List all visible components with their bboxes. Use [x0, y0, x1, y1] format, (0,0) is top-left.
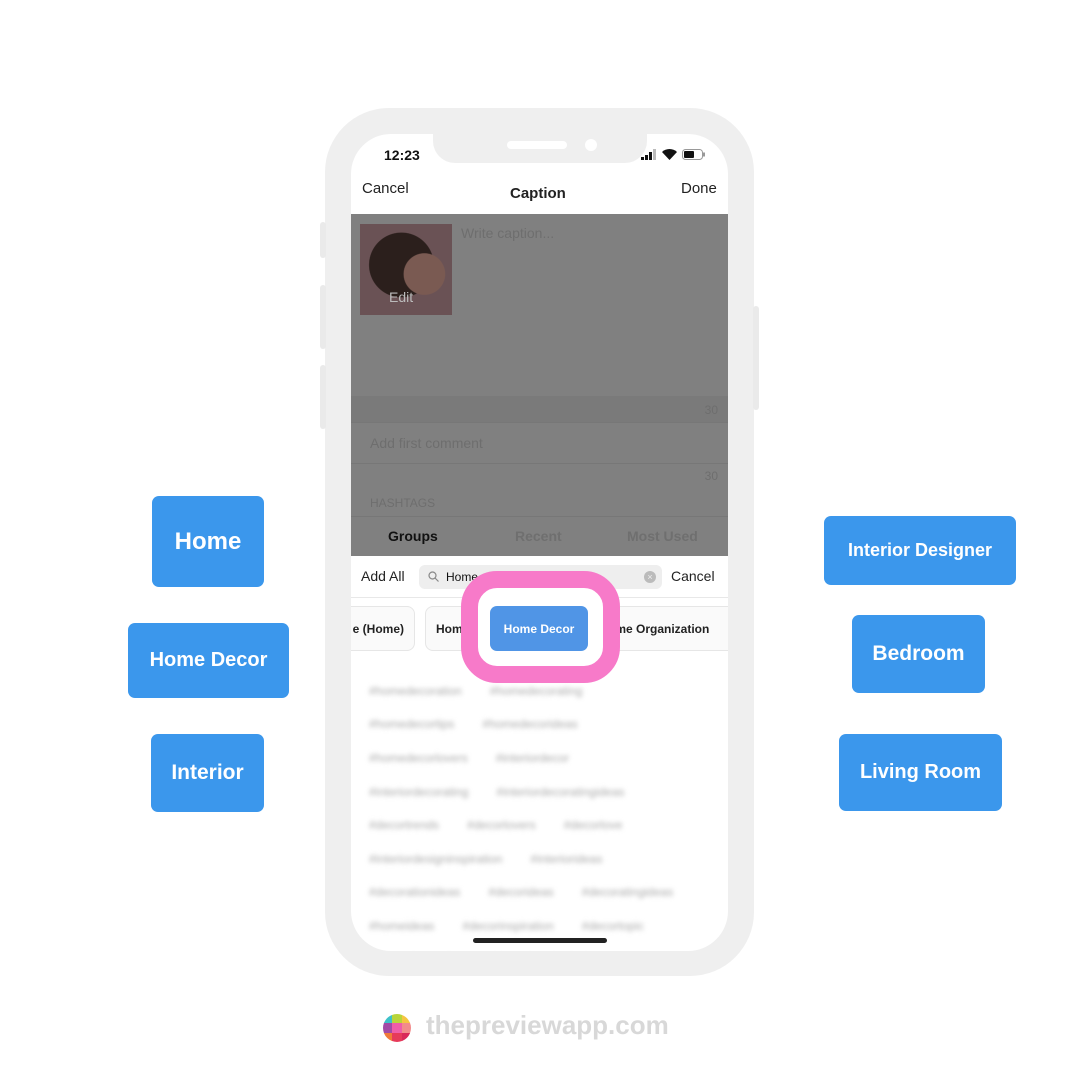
group-chip-selected[interactable]: Home Decor	[490, 606, 588, 651]
phone-side-button	[320, 365, 326, 429]
caption-input[interactable]: Write caption...	[461, 225, 554, 241]
home-indicator	[473, 938, 607, 943]
label-living-room: Living Room	[839, 734, 1002, 811]
page-title: Caption	[510, 185, 566, 202]
notch	[433, 134, 647, 163]
caption-count: 30	[704, 403, 718, 417]
status-time: 12:23	[384, 147, 420, 163]
status-icons	[641, 149, 706, 160]
phone-screen: 12:23 Cancel Caption Done Edit Write cap…	[351, 134, 728, 951]
label-interior-designer: Interior Designer	[824, 516, 1016, 585]
phone-side-button	[753, 306, 759, 410]
done-button[interactable]: Done	[681, 180, 717, 197]
search-icon	[428, 571, 439, 582]
search-cancel-button[interactable]: Cancel	[671, 568, 715, 584]
preview-app-logo	[383, 1014, 411, 1042]
cancel-button[interactable]: Cancel	[362, 180, 409, 197]
wifi-icon	[662, 149, 677, 160]
dim-overlay: Edit Write caption... 30 Add first comme…	[351, 214, 728, 556]
edit-label[interactable]: Edit	[389, 289, 413, 305]
add-all-button[interactable]: Add All	[361, 568, 405, 584]
hashtags-header: HASHTAGS	[370, 496, 436, 510]
tab-recent[interactable]: Recent	[515, 528, 562, 544]
tab-most-used[interactable]: Most Used	[627, 528, 698, 544]
battery-icon	[682, 149, 705, 160]
comment-count: 30	[704, 469, 718, 483]
clear-icon[interactable]: ×	[644, 571, 656, 583]
label-interior: Interior	[151, 734, 264, 812]
phone-side-button	[320, 222, 326, 258]
brand-url: thepreviewapp.com	[426, 1010, 669, 1040]
signal-icon	[641, 149, 656, 160]
label-bedroom: Bedroom	[852, 615, 985, 693]
phone-side-button	[320, 285, 326, 349]
tab-groups[interactable]: Groups	[388, 528, 438, 544]
first-comment-input[interactable]: Add first comment	[370, 435, 483, 451]
hashtag-list-blurred: #homedecoration #homedecorating #homedeco…	[369, 683, 674, 933]
group-chip[interactable]: e (Home)	[351, 606, 415, 651]
label-home-decor: Home Decor	[128, 623, 289, 698]
label-home: Home	[152, 496, 264, 587]
